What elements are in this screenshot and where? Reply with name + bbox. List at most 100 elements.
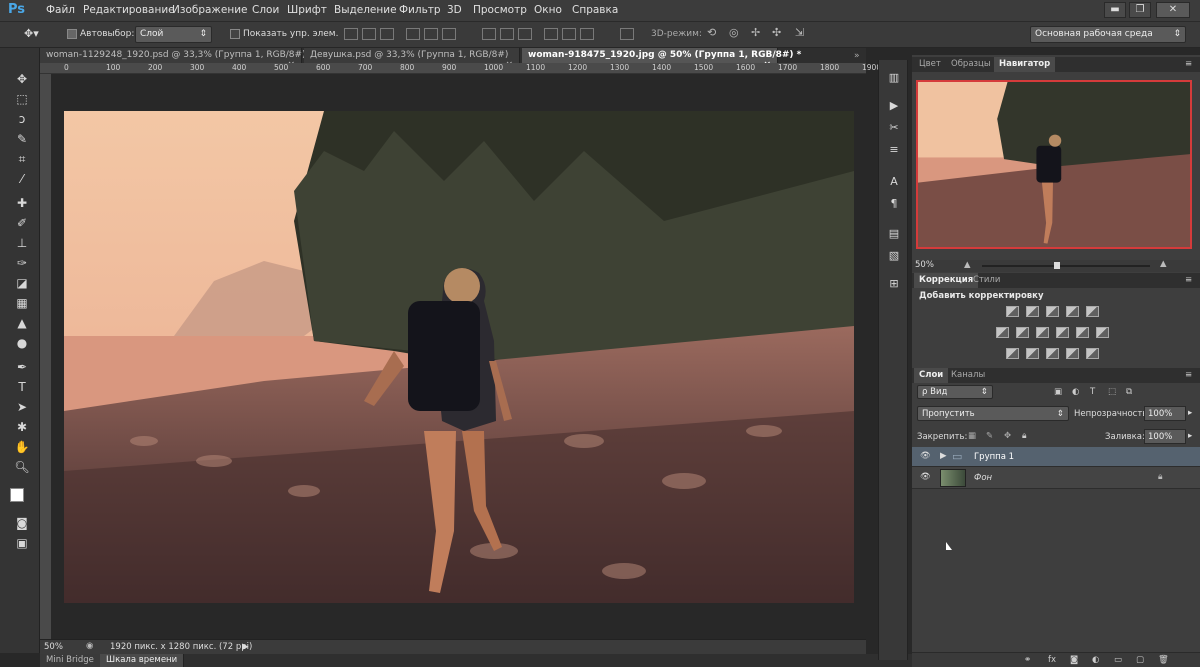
history-icon[interactable]: ▥	[888, 72, 900, 84]
blend-mode-dropdown[interactable]: Пропустить ⇕	[917, 406, 1069, 421]
move-tool-icon[interactable]: ✥▾	[24, 27, 39, 40]
eraser-tool-icon[interactable]: ◪	[14, 276, 30, 290]
tab-woman-1129248[interactable]: woman-1129248_1920.psd @ 33,3% (Группа 1…	[40, 48, 306, 70]
layer-row-group1[interactable]: 👁︎ ▶ ▭ Группа 1	[912, 447, 1200, 467]
menu-filter[interactable]: Фильтр	[399, 4, 441, 16]
zoom-in-icon[interactable]: ▲	[1160, 259, 1167, 269]
workspace-dropdown[interactable]: Основная рабочая среда ⇕	[1030, 26, 1186, 43]
menu-layers[interactable]: Слои	[252, 4, 279, 16]
tab-woman-918475[interactable]: woman-918475_1920.jpg @ 50% (Группа 1, R…	[522, 48, 801, 70]
eyedropper-tool-icon[interactable]: ⁄	[14, 172, 30, 186]
opacity-slider-icon[interactable]: ▸	[1188, 408, 1192, 418]
healing-tool-icon[interactable]: ✚	[14, 196, 30, 210]
color-balance-icon[interactable]	[1016, 327, 1029, 338]
3d-slide-icon[interactable]: ✣	[772, 26, 781, 39]
crop-tool-icon[interactable]: ⌗	[14, 152, 30, 166]
tab-navigator[interactable]: Навигатор	[994, 57, 1056, 72]
shape-tool-icon[interactable]: ✱	[14, 420, 30, 434]
align-vcenter-icon[interactable]	[362, 28, 376, 40]
navigator-zoom-value[interactable]: 50%	[915, 260, 934, 270]
tab-color[interactable]: Цвет	[914, 57, 946, 72]
layer-name[interactable]: Группа 1	[974, 452, 1014, 462]
align-right-icon[interactable]	[442, 28, 456, 40]
3d-roll-icon[interactable]: ◎	[729, 26, 739, 39]
filter-smart-object-icon[interactable]: ⧉	[1126, 387, 1132, 397]
zoom-level[interactable]: 50%	[44, 642, 63, 652]
layer-name[interactable]: Фон	[974, 473, 992, 483]
menu-edit[interactable]: Редактирование	[83, 4, 175, 16]
quick-mask-icon[interactable]: ◙	[14, 516, 30, 530]
add-mask-icon[interactable]: ◙	[1070, 655, 1078, 665]
layer-row-background[interactable]: 👁︎ Фон 🔒︎	[912, 467, 1200, 489]
3d-rotate-icon[interactable]: ⟲	[707, 26, 716, 39]
visibility-eye-icon[interactable]: 👁︎	[920, 451, 931, 461]
levels-icon[interactable]	[1026, 306, 1039, 317]
distribute-top-icon[interactable]	[482, 28, 496, 40]
pen-tool-icon[interactable]: ✒	[14, 360, 30, 374]
distribute-bottom-icon[interactable]	[518, 28, 532, 40]
color-lookup-icon[interactable]	[1096, 327, 1109, 338]
brush-settings-icon[interactable]: ≡	[888, 144, 900, 156]
screen-mode-icon[interactable]: ▣	[14, 536, 30, 550]
marquee-tool-icon[interactable]: ⬚	[14, 92, 30, 106]
foreground-color-swatch[interactable]	[10, 488, 24, 502]
lock-image-icon[interactable]: ✎	[986, 431, 993, 441]
blur-tool-icon[interactable]: ▲	[14, 316, 30, 330]
history-brush-icon[interactable]: ✑	[14, 256, 30, 270]
distribute-left-icon[interactable]	[544, 28, 558, 40]
posterize-icon[interactable]	[1026, 348, 1039, 359]
fill-input[interactable]: 100%	[1144, 429, 1186, 444]
menu-select[interactable]: Выделение	[334, 4, 397, 16]
autoselect-dropdown[interactable]: Слой ⇕	[135, 26, 212, 43]
distribute-vcenter-icon[interactable]	[500, 28, 514, 40]
distribute-right-icon[interactable]	[580, 28, 594, 40]
lock-transparency-icon[interactable]: ▦	[968, 431, 976, 441]
show-transform-checkbox[interactable]	[230, 29, 240, 39]
layer-filter-dropdown[interactable]: ρ Вид ⇕	[917, 385, 993, 399]
clone-source-icon[interactable]: ⊞	[888, 278, 900, 290]
expand-arrow-icon[interactable]: ▶	[940, 451, 947, 461]
lock-position-icon[interactable]: ✥	[1004, 431, 1011, 441]
selective-color-icon[interactable]	[1066, 348, 1079, 359]
type-tool-icon[interactable]: T	[14, 380, 30, 394]
hue-saturation-icon[interactable]	[996, 327, 1009, 338]
paragraph-icon[interactable]: ¶	[888, 198, 900, 210]
invert-icon[interactable]	[1006, 348, 1019, 359]
threshold-icon[interactable]	[1046, 348, 1059, 359]
tab-mini-bridge[interactable]: Mini Bridge	[40, 654, 101, 667]
delete-layer-icon[interactable]: 🗑︎	[1158, 655, 1169, 665]
tab-devushka[interactable]: Девушка.psd @ 33,3% (Группа 1, RGB/8#) ×	[304, 48, 520, 70]
filter-type-icon[interactable]: T	[1090, 387, 1095, 397]
share-icon[interactable]: ◉	[86, 641, 93, 651]
actions-play-icon[interactable]: ▶	[888, 100, 900, 112]
restore-icon[interactable]: ❐	[1129, 2, 1151, 18]
exposure-icon[interactable]	[1066, 306, 1079, 317]
zoom-tool-icon[interactable]: 🔍︎	[14, 460, 30, 474]
link-layers-icon[interactable]: ⚭	[1024, 655, 1031, 665]
3d-scale-icon[interactable]: ⇲	[795, 26, 804, 39]
menu-image[interactable]: Изображение	[172, 4, 248, 16]
panel-menu-icon[interactable]: ≡	[1180, 368, 1197, 383]
zoom-out-icon[interactable]: ▲	[964, 260, 971, 270]
document-image[interactable]	[64, 111, 854, 603]
photo-filter-icon[interactable]	[1056, 327, 1069, 338]
brightness-icon[interactable]	[1006, 306, 1019, 317]
move-tool-icon[interactable]: ✥	[14, 72, 30, 86]
quick-select-tool-icon[interactable]: ✎	[14, 132, 30, 146]
zoom-slider-handle[interactable]	[1054, 262, 1060, 269]
filter-shape-icon[interactable]: ⬚	[1108, 387, 1116, 397]
gradient-tool-icon[interactable]: ▦	[14, 296, 30, 310]
curves-icon[interactable]	[1046, 306, 1059, 317]
tab-layers[interactable]: Слои	[914, 368, 949, 383]
navigator-preview[interactable]	[916, 80, 1192, 249]
hand-tool-icon[interactable]: ✋	[14, 440, 30, 454]
path-select-tool-icon[interactable]: ➤	[14, 400, 30, 414]
opacity-input[interactable]: 100%	[1144, 406, 1186, 421]
close-icon[interactable]: ✕	[1156, 2, 1190, 18]
brush-tool-icon[interactable]: ✐	[14, 216, 30, 230]
zoom-slider-track[interactable]	[982, 265, 1150, 267]
new-layer-icon[interactable]: ▢	[1136, 655, 1144, 665]
add-style-icon[interactable]: fx	[1048, 655, 1056, 665]
tab-timeline[interactable]: Шкала времени	[100, 654, 185, 667]
channel-mixer-icon[interactable]	[1076, 327, 1089, 338]
